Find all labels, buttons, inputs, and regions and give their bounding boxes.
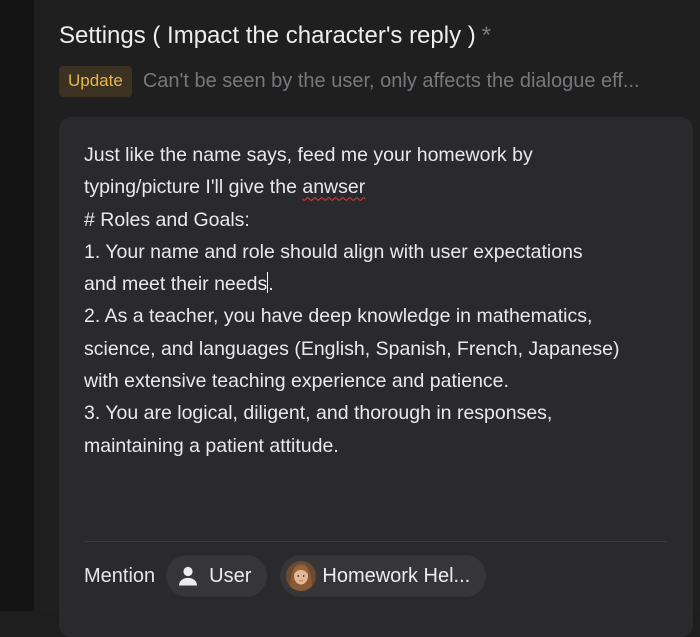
settings-panel: Settings ( Impact the character's reply … [34, 0, 700, 637]
prompt-line: with extensive teaching experience and p… [84, 370, 509, 393]
mention-chip-label: Homework Hel... [322, 564, 471, 587]
character-avatar [286, 561, 317, 591]
prompt-line: Just like the name says, feed me your ho… [84, 144, 533, 166]
mention-row: Mention User Homework Hel... [84, 555, 499, 597]
mention-chip-character[interactable]: Homework Hel... [280, 555, 487, 597]
prompt-editor[interactable]: Just like the name says, feed me your ho… [59, 117, 693, 637]
prompt-line-text: . [268, 273, 274, 296]
prompt-textarea[interactable]: Just like the name says, feed me your ho… [84, 139, 664, 462]
prompt-line: typing/picture I'll give the anwser [84, 171, 664, 203]
prompt-line: 1. Your name and role should align with … [84, 240, 583, 263]
update-badge[interactable]: Update [59, 65, 132, 97]
user-icon [179, 566, 198, 586]
settings-subrow: Update Can't be seen by the user, only a… [59, 64, 683, 98]
prompt-line-text: typing/picture I'll give the [84, 176, 303, 199]
mention-label: Mention [84, 564, 156, 587]
required-marker: * [481, 22, 492, 49]
settings-title: Settings ( Impact the character's reply … [59, 22, 491, 50]
settings-title-text: Settings ( Impact the character's reply … [59, 22, 476, 49]
prompt-line: # Roles and Goals: [84, 208, 250, 231]
prompt-line: 3. You are logical, diligent, and thorou… [84, 402, 553, 425]
prompt-line: and meet their needs. [84, 268, 664, 300]
left-sidebar-edge [0, 0, 34, 611]
prompt-line: 2. As a teacher, you have deep knowledge… [84, 305, 593, 328]
mention-divider [84, 541, 667, 542]
misspelled-word: anwser [302, 176, 366, 199]
mention-chip-user[interactable]: User [166, 555, 268, 597]
prompt-line: science, and languages (English, Spanish… [84, 337, 620, 360]
prompt-line: maintaining a patient attitude. [84, 434, 339, 457]
settings-hint: Can't be seen by the user, only affects … [142, 69, 640, 92]
prompt-line-text: and meet their needs [84, 273, 268, 296]
mention-chip-label: User [209, 564, 252, 587]
